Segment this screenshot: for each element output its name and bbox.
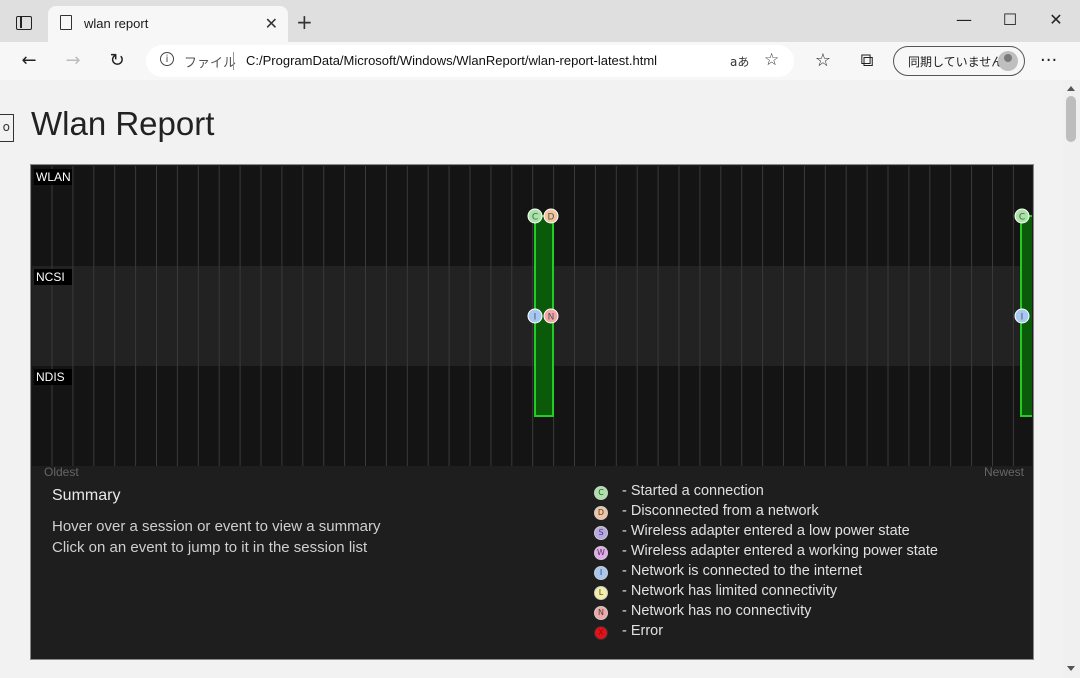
legend-item: L - Network has limited connectivity: [594, 583, 1014, 603]
legend-item: S - Wireless adapter entered a low power …: [594, 523, 1014, 543]
page-title: Wlan Report: [31, 105, 215, 142]
legend-item: C - Started a connection: [594, 483, 1014, 503]
address-url[interactable]: C:/ProgramData/Microsoft/Windows/WlanRep…: [246, 53, 657, 68]
tab-close-icon[interactable]: ✕: [265, 14, 278, 33]
avatar: [998, 51, 1018, 71]
legend-marker-icon: L: [594, 586, 608, 600]
profile-sync-button[interactable]: 同期していません: [893, 46, 1025, 76]
scroll-thumb[interactable]: [1066, 96, 1076, 142]
page-scrollbar[interactable]: [1062, 80, 1080, 678]
scroll-down-icon[interactable]: [1067, 666, 1075, 671]
back-button[interactable]: ←: [15, 47, 43, 75]
page-content: o Wlan Report WLAN NCSI NDIS C D I N C I Oldest Ne…: [0, 80, 1062, 678]
address-scheme-label: ファイル: [184, 56, 237, 71]
add-favorite-icon[interactable]: ☆: [764, 50, 779, 70]
legend-label: - Network is connected to the internet: [622, 563, 863, 579]
legend-marker-icon: I: [594, 566, 608, 580]
close-window-button[interactable]: ✕: [1036, 10, 1076, 29]
legend-item: W - Wireless adapter entered a working po…: [594, 543, 1014, 563]
tab-strip: wlan report ✕ + — ☐ ✕: [0, 0, 1080, 42]
tab-title: wlan report: [84, 16, 149, 31]
address-bar[interactable]: i ファイル C:/ProgramData/Microsoft/Windows/…: [146, 45, 794, 77]
event-marker-letter: I: [534, 313, 537, 323]
row-label: NCSI: [36, 270, 65, 284]
forward-button[interactable]: →: [59, 47, 87, 75]
site-info-icon[interactable]: i: [160, 52, 174, 66]
legend-marker-icon: X: [594, 626, 608, 640]
row-label: WLAN: [36, 170, 71, 184]
legend-marker-icon: S: [594, 526, 608, 540]
favorites-icon[interactable]: ☆: [811, 50, 835, 71]
legend-item: D - Disconnected from a network: [594, 503, 1014, 523]
page-icon: [60, 15, 72, 30]
collapse-toggle[interactable]: o: [0, 114, 14, 142]
legend-label: - Started a connection: [622, 483, 764, 499]
legend-marker-icon: D: [594, 506, 608, 520]
legend-item: I - Network is connected to the internet: [594, 563, 1014, 583]
timeline-row-band: [32, 366, 1032, 466]
new-tab-button[interactable]: +: [296, 12, 313, 32]
event-marker-letter: C: [532, 213, 538, 223]
vertical-tabs-icon[interactable]: [16, 16, 32, 30]
address-separator: [233, 52, 234, 70]
summary-title: Summary: [52, 487, 121, 504]
legend-item: N - Network has no connectivity: [594, 603, 1014, 623]
legend-label: - Wireless adapter entered a working pow…: [622, 543, 938, 559]
reload-button[interactable]: ↻: [103, 47, 131, 75]
session-timeline[interactable]: WLANNCSINDISC DI NCIOldest Newest: [32, 166, 1032, 486]
sync-status-label: 同期していません: [908, 55, 1004, 69]
oldest-label: Oldest: [44, 465, 79, 479]
legend-label: - Error: [622, 623, 664, 639]
summary-line: Hover over a session or event to view a …: [52, 518, 381, 535]
more-menu-icon[interactable]: ···: [1040, 50, 1057, 71]
event-marker-letter: D: [548, 213, 555, 223]
browser-toolbar: ← → ↻ i ファイル C:/ProgramData/Microsoft/Wi…: [0, 42, 1080, 81]
legend-marker-icon: C: [594, 486, 608, 500]
summary-line: Click on an event to jump to it in the s…: [52, 539, 368, 556]
tab-wlan-report[interactable]: wlan report ✕: [48, 6, 288, 42]
event-marker-letter: C: [1019, 213, 1025, 223]
legend-label: - Disconnected from a network: [622, 503, 819, 519]
minimize-button[interactable]: —: [944, 10, 984, 29]
legend-label: - Network has no connectivity: [622, 603, 812, 619]
newest-label: Newest: [984, 465, 1025, 479]
event-marker-letter: N: [548, 313, 555, 323]
scroll-up-icon[interactable]: [1067, 86, 1075, 91]
row-label: NDIS: [36, 370, 65, 384]
legend-marker-icon: N: [594, 606, 608, 620]
report-panel: WLAN NCSI NDIS C D I N C I Oldest Newest Summary H…: [30, 164, 1034, 660]
collections-icon[interactable]: ⧉: [855, 50, 879, 71]
event-marker-letter: I: [1021, 313, 1024, 323]
legend-item: X - Error: [594, 623, 1014, 643]
read-aloud-icon[interactable]: aあ: [730, 53, 749, 70]
legend-marker-icon: W: [594, 546, 608, 560]
legend-label: - Network has limited connectivity: [622, 583, 838, 599]
maximize-button[interactable]: ☐: [990, 10, 1030, 29]
legend-label: - Wireless adapter entered a low power s…: [622, 523, 910, 539]
